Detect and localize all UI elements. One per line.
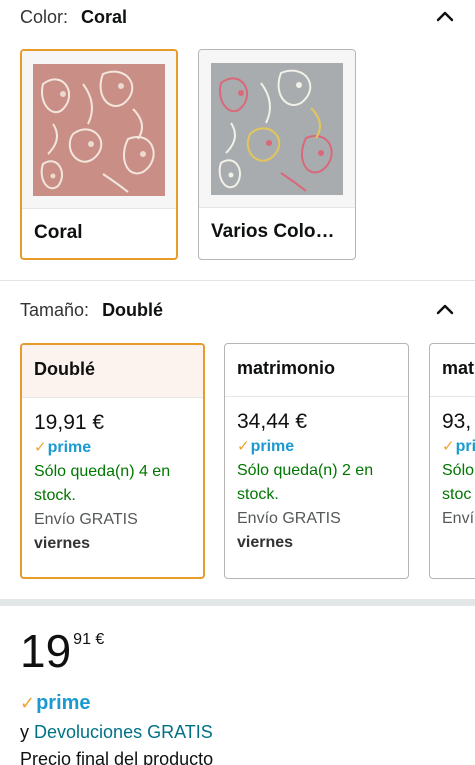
color-label: Color:	[20, 6, 69, 27]
size-label: Tamaño:	[20, 299, 90, 320]
stock-status: Sólo queda(n) 4 en stock.	[34, 463, 171, 504]
color-option-coral[interactable]: Coral	[20, 49, 178, 260]
stock-status: Sólo stoc	[442, 462, 475, 503]
delivery-day: viernes	[34, 535, 91, 552]
returns-line: y Devoluciones GRATIS	[20, 722, 213, 743]
chevron-up-icon[interactable]	[435, 300, 455, 320]
size-option-matrimonio[interactable]: matrimonio 34,44 € ✓ prime Sólo queda(n) …	[224, 343, 409, 579]
size-option-name: Doublé	[22, 345, 203, 398]
returns-prefix: y	[20, 722, 29, 742]
size-option-name: mat	[430, 344, 475, 397]
size-section-header[interactable]: Tamaño: Doublé	[20, 299, 455, 321]
size-option-price: 34,44 €	[237, 410, 308, 433]
price-fraction: 91 €	[73, 631, 105, 648]
prime-check-icon: ✓	[442, 438, 455, 455]
free-returns-link[interactable]: Devoluciones GRATIS	[34, 722, 213, 742]
prime-badge: ✓ pri	[442, 435, 475, 459]
prime-check-icon: ✓	[34, 439, 47, 456]
color-option-name: Coral	[34, 222, 83, 243]
chevron-up-icon[interactable]	[435, 7, 455, 27]
gray-paisley-pattern-image	[211, 62, 343, 195]
shipping-text: Envío GRATIS	[34, 511, 138, 528]
shipping-text: Enví	[442, 510, 475, 527]
color-label-group: Color: Coral	[20, 7, 127, 28]
coral-swatch-image	[22, 51, 176, 209]
size-option-price: 93,	[442, 410, 472, 433]
price-whole: 19	[20, 625, 72, 677]
shipping-text: Envío GRATIS	[237, 510, 341, 527]
size-option-partial[interactable]: mat 93, ✓ pri Sólo stoc Enví	[429, 343, 475, 579]
size-selected-value: Doublé	[102, 299, 164, 320]
color-option-name: Varios Colo…	[211, 221, 335, 242]
stock-status: Sólo queda(n) 2 en stock.	[237, 462, 374, 503]
color-selected-value: Coral	[81, 6, 128, 27]
main-price: 19 91 €	[20, 625, 104, 677]
prime-badge-main: ✓ prime	[20, 692, 91, 714]
prime-badge: ✓ prime	[237, 435, 294, 459]
section-divider	[0, 280, 475, 281]
size-option-name: matrimonio	[225, 344, 408, 397]
size-option-price: 19,91 €	[34, 411, 105, 434]
prime-check-icon: ✓	[20, 693, 36, 713]
coral-paisley-pattern-image	[33, 63, 165, 196]
varios-swatch-image	[199, 50, 355, 208]
prime-check-icon: ✓	[237, 438, 250, 455]
color-option-varios[interactable]: Varios Colo…	[198, 49, 356, 260]
prime-badge: ✓ prime	[34, 436, 91, 460]
size-label-group: Tamaño: Doublé	[20, 300, 163, 321]
section-divider-thick	[0, 599, 475, 606]
delivery-day: viernes	[237, 534, 294, 551]
color-section-header[interactable]: Color: Coral	[20, 6, 455, 28]
final-price-note: Precio final del producto	[20, 749, 214, 765]
size-option-double[interactable]: Doublé 19,91 € ✓ prime Sólo queda(n) 4 en…	[20, 343, 205, 579]
